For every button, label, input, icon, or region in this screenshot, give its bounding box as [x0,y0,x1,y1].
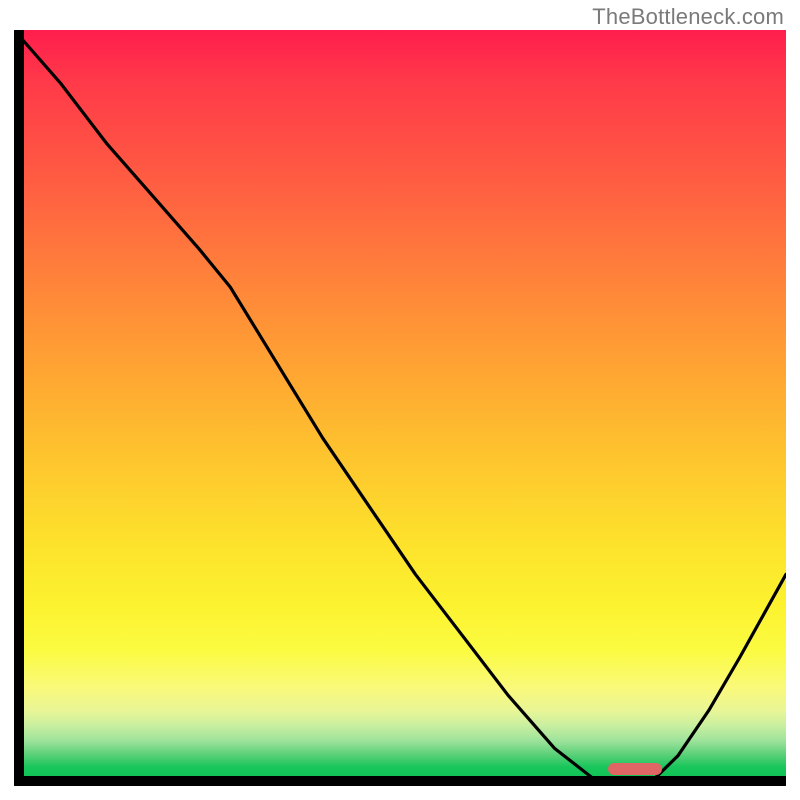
optimal-range-marker [608,763,662,775]
watermark-text: TheBottleneck.com [592,4,784,30]
chart-curve [14,30,786,786]
chart-plot-area [14,30,786,786]
